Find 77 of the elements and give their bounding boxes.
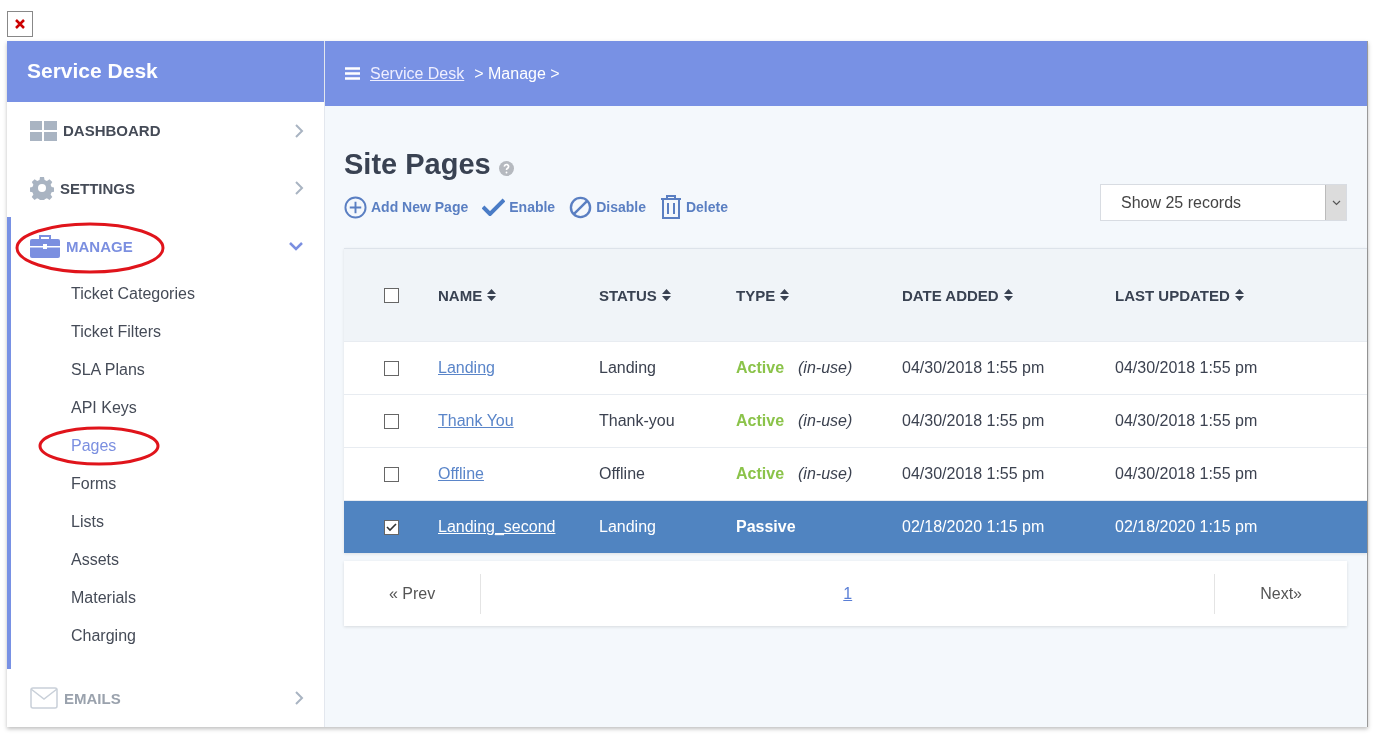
column-header[interactable]: STATUS: [599, 286, 736, 304]
menu-icon[interactable]: [345, 67, 360, 80]
settings-icon: [30, 176, 54, 201]
checkmark-icon: [482, 198, 506, 216]
sort-icon[interactable]: [780, 289, 790, 301]
toolbar-button[interactable]: Enable: [482, 198, 556, 216]
table-cell-text: Landing: [599, 359, 657, 377]
sidebar-section[interactable]: DASHBOARD: [7, 101, 324, 160]
column-header[interactable]: TYPE: [736, 286, 902, 304]
table-row[interactable]: Landing_second Landing Passive 02/18/2020 1:15 pm 02/18/2020 1:15 pm: [344, 500, 1367, 553]
sidebar-item[interactable]: Ticket Filters: [71, 323, 162, 342]
toolbar-button[interactable]: Delete: [659, 195, 728, 219]
page-name-link[interactable]: Landing_second: [438, 518, 556, 536]
page-number-link[interactable]: 1: [843, 584, 853, 603]
caret-icon: [1331, 199, 1341, 206]
briefcase-icon: [30, 234, 60, 259]
sort-icon[interactable]: [1234, 289, 1244, 301]
page-name-link[interactable]: Landing: [438, 359, 495, 377]
table-row[interactable]: Landing Landing Active (in-use) 04/30/2018 1:55 pm 04/30/2018 1:55 pm: [344, 341, 1367, 394]
sidebar-item[interactable]: Forms: [71, 475, 117, 494]
checkbox[interactable]: [383, 360, 399, 376]
sidebar-item[interactable]: Lists: [71, 513, 104, 532]
toolbar-button[interactable]: Add New Page: [344, 195, 469, 219]
table-row[interactable]: Thank You Thank-you Active (in-use) 04/30/2018 1:55 pm 04/30/2018 1:55 pm: [344, 394, 1367, 447]
table-cell-text: 02/18/2020 1:15 pm: [902, 518, 1046, 536]
page-name-link[interactable]: Thank You: [438, 412, 514, 430]
table-cell-text: 04/30/2018 1:55 pm: [1115, 359, 1259, 377]
page-title: Site Pages: [344, 147, 491, 181]
type-status: Passive: [736, 518, 796, 536]
page-name-link[interactable]: Offline: [438, 465, 484, 483]
table-cell-text: 04/30/2018 1:55 pm: [902, 412, 1046, 430]
next-link[interactable]: Next»: [1215, 573, 1347, 614]
type-status: Active: [736, 465, 785, 483]
add-circle-icon: [344, 195, 367, 219]
sidebar-item[interactable]: Materials: [71, 589, 136, 608]
broken-image-icon: [7, 11, 33, 37]
table-row[interactable]: Offline Offline Active (in-use) 04/30/2018 1:55 pm 04/30/2018 1:55 pm: [344, 447, 1367, 500]
table-cell-text: Landing: [599, 518, 657, 536]
sidebar-section[interactable]: SETTINGS: [7, 159, 324, 218]
checkbox[interactable]: [383, 287, 399, 303]
column-header[interactable]: NAME: [438, 286, 599, 304]
table-cell-text: 02/18/2020 1:15 pm: [1115, 518, 1259, 536]
sidebar-item[interactable]: Ticket Categories: [71, 285, 195, 304]
checkbox[interactable]: [383, 466, 399, 482]
table-cell-text: 04/30/2018 1:55 pm: [1115, 465, 1259, 483]
type-status: Active: [736, 359, 785, 377]
sidebar-item[interactable]: API Keys: [71, 399, 137, 418]
breadcrumb-text: > Manage >: [474, 64, 560, 83]
checkmark-icon: [385, 522, 397, 532]
checkbox[interactable]: [383, 519, 399, 535]
sidebar-item[interactable]: Charging: [71, 627, 136, 646]
table-cell-text: 04/30/2018 1:55 pm: [902, 465, 1046, 483]
sidebar-item[interactable]: Assets: [71, 551, 119, 570]
type-note: (in-use): [798, 412, 853, 430]
sort-icon[interactable]: [661, 289, 671, 301]
table-cell-text: 04/30/2018 1:55 pm: [902, 359, 1046, 377]
toolbar-button[interactable]: Disable: [569, 195, 646, 219]
column-header[interactable]: LAST UPDATED: [1115, 286, 1367, 304]
dashboard-icon: [30, 120, 57, 141]
sort-icon[interactable]: [487, 289, 497, 301]
table-cell-text: 04/30/2018 1:55 pm: [1115, 412, 1259, 430]
app-title: Service Desk: [7, 41, 324, 102]
type-note: (in-use): [798, 359, 853, 377]
column-header[interactable]: DATE ADDED: [902, 286, 1115, 304]
checkbox[interactable]: [383, 413, 399, 429]
disable-icon: [569, 195, 593, 219]
envelope-icon: [30, 687, 58, 710]
sort-icon[interactable]: [1003, 289, 1013, 301]
chevron-down-icon[interactable]: [288, 241, 304, 252]
type-status: Active: [736, 412, 785, 430]
trash-icon: [659, 195, 682, 219]
prev-link[interactable]: « Prev: [344, 573, 481, 614]
records-select[interactable]: Show 25 records: [1100, 184, 1347, 221]
table-cell-text: Thank-you: [599, 412, 676, 430]
type-note: (in-use): [798, 465, 853, 483]
sidebar-item[interactable]: SLA Plans: [71, 361, 145, 380]
table-cell-text: Offline: [599, 465, 646, 483]
